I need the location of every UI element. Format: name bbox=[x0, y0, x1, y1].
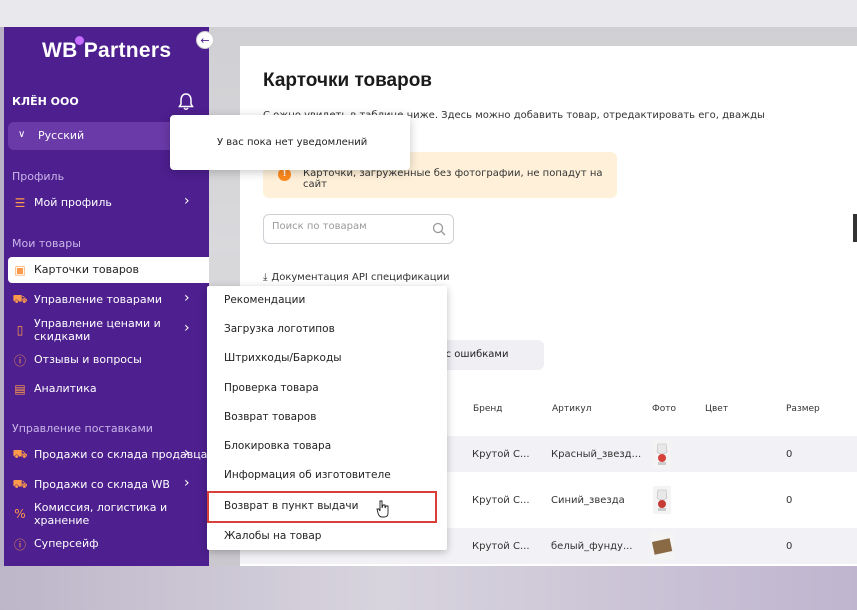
header-brand: Бренд bbox=[473, 404, 503, 414]
search-input[interactable] bbox=[272, 221, 422, 232]
logo-text: WB Partners bbox=[42, 39, 172, 62]
cell-article: Синий_звезда bbox=[551, 495, 625, 506]
submenu-item-label: Проверка товара bbox=[224, 382, 319, 394]
video-frame-top bbox=[0, 0, 857, 27]
cell-article: белый_фунду... bbox=[551, 541, 633, 552]
bell-icon[interactable] bbox=[178, 93, 194, 111]
hand-cursor-icon bbox=[376, 500, 389, 518]
api-docs-link[interactable]: ⤓ Документация API спецификации bbox=[263, 272, 450, 283]
language-label: Русский bbox=[38, 129, 85, 142]
search-icon bbox=[432, 222, 446, 236]
product-photo[interactable] bbox=[650, 532, 674, 560]
chevron-down-icon: ∨ bbox=[18, 129, 26, 140]
search-box[interactable] bbox=[263, 214, 454, 244]
submenu-item-label: Загрузка логотипов bbox=[224, 323, 335, 335]
sidebar-item-commission[interactable]: % Комиссия, логистика и хранение bbox=[4, 501, 209, 527]
download-icon: ⤓ bbox=[263, 272, 268, 283]
percent-icon: % bbox=[14, 507, 26, 521]
notifications-popup: У вас пока нет уведомлений bbox=[170, 115, 410, 170]
sidebar-item-label: Мой профиль bbox=[34, 196, 112, 209]
submenu-item-returns[interactable]: Возврат товаров bbox=[207, 403, 447, 431]
cell-size: 0 bbox=[786, 495, 793, 506]
chevron-right-icon: › bbox=[184, 290, 190, 306]
question-icon: ⓘ bbox=[13, 353, 26, 368]
notification-empty-text: У вас пока нет уведомлений bbox=[217, 137, 368, 148]
header-color: Цвет bbox=[705, 404, 729, 414]
section-profile: Профиль bbox=[12, 170, 65, 183]
sidebar-item-product-cards[interactable]: ▣ Карточки товаров bbox=[8, 257, 209, 283]
cell-size: 0 bbox=[786, 449, 793, 460]
sidebar-item-label: Управление ценами и скидками bbox=[34, 317, 161, 343]
cart-icon: ⛟ bbox=[12, 447, 28, 461]
warning-text: Карточки, загруженные без фотографии, не… bbox=[303, 168, 603, 190]
sidebar-item-analytics[interactable]: ▤ Аналитика bbox=[4, 376, 209, 402]
chevron-right-icon: › bbox=[184, 475, 190, 491]
sidebar-item-wb-warehouse[interactable]: ⛟ Продажи со склада WB › bbox=[4, 472, 209, 498]
submenu-item-blocking[interactable]: Блокировка товара bbox=[207, 432, 447, 460]
cell-brand: Крутой С... bbox=[472, 449, 530, 460]
sidebar-item-supersafe[interactable]: ⓘ Суперсейф bbox=[4, 531, 209, 557]
add-button-edge[interactable] bbox=[853, 214, 857, 242]
cell-brand: Крутой С... bbox=[472, 541, 530, 552]
submenu-item-label: Возврат товаров bbox=[224, 411, 317, 423]
submenu-item-return-to-pickup[interactable]: Возврат в пункт выдачи bbox=[207, 491, 437, 523]
submenu-item-label: Рекомендации bbox=[224, 294, 306, 306]
sidebar-item-prices[interactable]: ▯ Управление ценами и скидками › bbox=[4, 317, 209, 343]
box-icon: ▣ bbox=[14, 263, 26, 277]
submenu-item-complaints[interactable]: Жалобы на товар bbox=[207, 522, 447, 550]
header-size: Размер bbox=[786, 404, 820, 414]
chevron-right-icon: › bbox=[184, 445, 190, 461]
submenu-item-label: Жалобы на товар bbox=[224, 530, 322, 542]
tag-icon: ▯ bbox=[16, 323, 24, 337]
sidebar-item-label: Отзывы и вопросы bbox=[34, 353, 142, 366]
sidebar-item-reviews[interactable]: ⓘ Отзывы и вопросы bbox=[4, 347, 209, 373]
submenu-item-product-check[interactable]: Проверка товара bbox=[207, 374, 447, 402]
sidebar-item-my-profile[interactable]: ☰ Мой профиль › bbox=[4, 190, 209, 216]
cell-size: 0 bbox=[786, 541, 793, 552]
goods-management-submenu: Рекомендации Загрузка логотипов Штрихкод… bbox=[207, 286, 447, 550]
chevron-right-icon: › bbox=[184, 193, 190, 209]
submenu-item-label: Возврат в пункт выдачи bbox=[224, 500, 359, 512]
sidebar-item-seller-warehouse[interactable]: ⛟ Продажи со склада продавца › bbox=[4, 442, 209, 468]
chevron-right-icon: › bbox=[184, 320, 190, 336]
chart-icon: ▤ bbox=[14, 382, 26, 396]
submenu-item-label: Информация об изготовителе bbox=[224, 469, 391, 481]
sidebar-item-label: Управление товарами bbox=[34, 293, 163, 306]
truck-icon: ⛟ bbox=[12, 292, 28, 306]
org-name: КЛЁН ООО bbox=[12, 95, 79, 108]
sidebar-item-label: Продажи со склада продавца bbox=[34, 448, 208, 461]
header-photo: Фото bbox=[652, 404, 677, 414]
cell-article: Красный_звезд... bbox=[551, 449, 642, 460]
submenu-item-logo-upload[interactable]: Загрузка логотипов bbox=[207, 315, 447, 343]
api-docs-label: Документация API спецификации bbox=[271, 272, 450, 283]
product-photo[interactable] bbox=[653, 440, 671, 468]
submenu-item-label: Блокировка товара bbox=[224, 440, 332, 452]
page-title: Карточки товаров bbox=[263, 70, 432, 91]
collapse-sidebar-button[interactable]: ← bbox=[196, 31, 214, 49]
video-frame-bottom bbox=[0, 566, 857, 610]
info-icon: ⓘ bbox=[13, 537, 26, 552]
sidebar-item-label: Комиссия, логистика и хранение bbox=[34, 501, 168, 527]
section-supplies: Управление поставками bbox=[12, 422, 153, 435]
truck-icon: ⛟ bbox=[12, 477, 28, 491]
product-photo[interactable] bbox=[653, 486, 671, 514]
logo-dot bbox=[75, 36, 84, 45]
submenu-item-label: Штрихкоды/Баркоды bbox=[224, 352, 342, 364]
sidebar-item-label: Суперсейф bbox=[34, 537, 99, 550]
wb-partners-logo[interactable]: WB Partners bbox=[42, 36, 172, 63]
sidebar-item-label: Продажи со склада WB bbox=[34, 478, 170, 491]
sidebar-item-label: Карточки товаров bbox=[34, 263, 140, 276]
submenu-item-barcodes[interactable]: Штрихкоды/Баркоды bbox=[207, 344, 447, 372]
section-my-goods: Мои товары bbox=[12, 237, 81, 250]
submenu-item-recommendations[interactable]: Рекомендации bbox=[207, 286, 447, 314]
sidebar: WB Partners КЛЁН ООО ∨ Русский Профиль ☰… bbox=[4, 27, 209, 566]
sliders-icon: ☰ bbox=[14, 196, 26, 210]
sidebar-item-label: Аналитика bbox=[34, 382, 97, 395]
cell-brand: Крутой С... bbox=[472, 495, 530, 506]
submenu-item-manufacturer-info[interactable]: Информация об изготовителе bbox=[207, 461, 447, 489]
header-article: Артикул bbox=[552, 404, 592, 414]
sidebar-item-goods-management[interactable]: ⛟ Управление товарами › bbox=[4, 287, 209, 313]
